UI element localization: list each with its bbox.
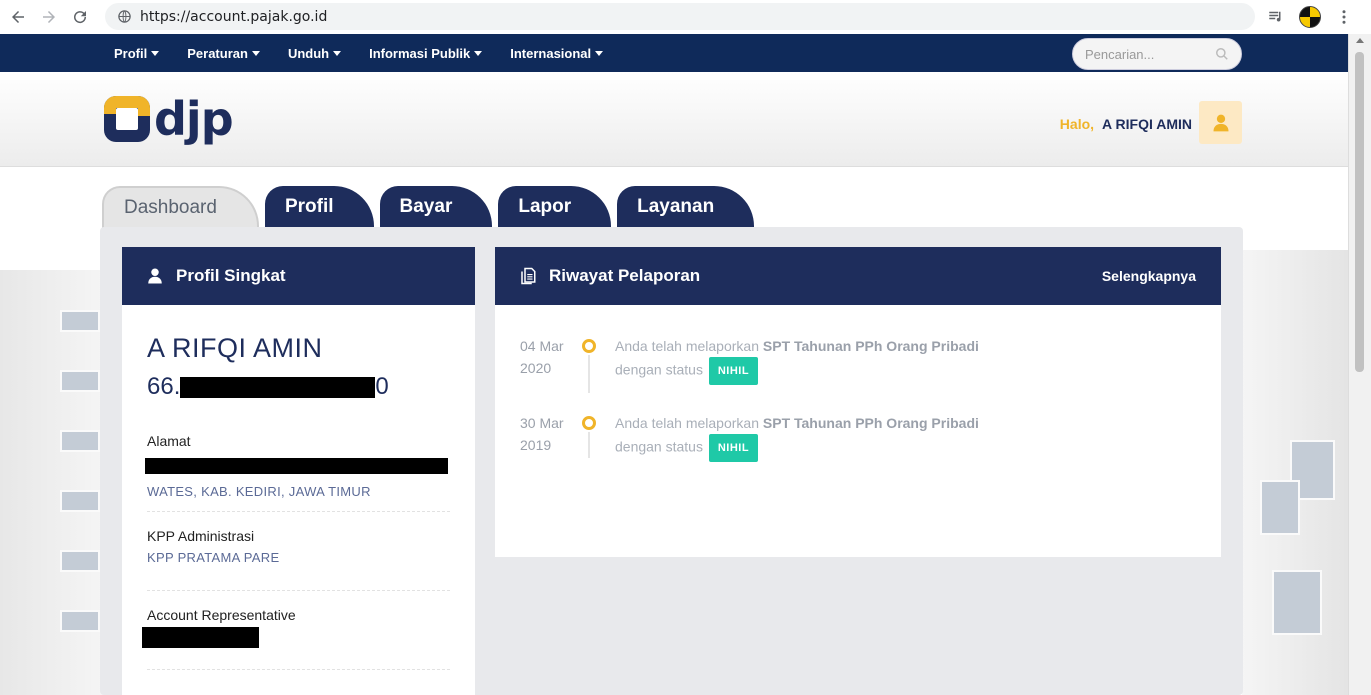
npwp-suffix: 0 [375,373,389,400]
timeline-line [588,355,590,393]
search-icon[interactable] [1215,47,1229,61]
user-greeting: Halo, A RIFQI AMIN [1060,116,1192,132]
date-year: 2020 [520,360,552,376]
kpp-value: KPP PRATAMA PARE [147,550,280,565]
tab-lapor[interactable]: Lapor [498,186,612,228]
report-form: SPT Tahunan PPh Orang Pribadi [762,415,979,431]
tab-layanan[interactable]: Layanan [617,186,755,228]
avatar[interactable] [1199,101,1242,144]
browser-toolbar: https://account.pajak.go.id [0,0,1371,34]
kpp-label: KPP Administrasi [147,528,255,544]
nav-profil[interactable]: Profil [114,45,160,61]
reload-icon[interactable] [67,4,93,30]
back-icon[interactable] [5,4,31,30]
alamat-field: Alamat WATES, KAB. KEDIRI, JAWA TIMUR [145,433,450,499]
selengkapnya-link[interactable]: Selengkapnya [1102,268,1196,284]
user-icon [148,268,162,284]
tab-dashboard[interactable]: Dashboard [102,186,259,228]
globe-icon [118,10,131,23]
search-input[interactable] [1085,46,1205,62]
extension-icon[interactable] [1299,6,1321,28]
alamat-label: Alamat [147,433,191,449]
nav-label: Peraturan [187,45,248,61]
nav-unduh[interactable]: Unduh [287,45,342,61]
page-scrollbar[interactable] [1348,34,1371,695]
logo-mark-icon [104,96,150,142]
document-icon [521,267,536,285]
ar-label: Account Representative [147,607,296,623]
nav-label: Unduh [287,45,330,61]
top-navbar: Profil Peraturan Unduh Informasi Publik … [0,34,1348,72]
timeline-dot-icon [582,416,596,430]
user-icon [1213,114,1228,131]
redaction-block [145,458,448,474]
nav-peraturan[interactable]: Peraturan [187,46,260,61]
caret-down-icon [333,50,342,56]
ar-field: Account Representative [142,607,450,653]
search-box [1072,38,1242,70]
npwp-prefix: 66. [147,373,181,400]
status-badge: NIHIL [708,434,759,462]
profil-card: Profil Singkat A RIFQI AMIN 66. 0 Alamat… [122,247,475,695]
greeting-label: Halo, [1059,116,1095,132]
scrollbar-thumb[interactable] [1355,52,1364,372]
timeline-dot-icon [582,339,596,353]
report-text: Anda telah melaporkan [615,338,759,354]
date-day: 30 Mar [520,415,564,431]
background-building-right [1242,250,1348,695]
timeline-text: Anda telah melaporkan SPT Tahunan PPh Or… [615,412,1035,462]
divider [147,511,450,512]
user-name: A RIFQI AMIN [1102,116,1192,132]
timeline-text: Anda telah melaporkan SPT Tahunan PPh Or… [615,335,1035,385]
menu-dots-icon[interactable] [1333,6,1355,28]
status-badge: NIHIL [708,357,759,385]
report-form: SPT Tahunan PPh Orang Pribadi [762,338,979,354]
nav-label: Internasional [510,45,592,61]
alamat-value: WATES, KAB. KEDIRI, JAWA TIMUR [147,484,371,499]
djp-logo[interactable]: djp [102,92,234,146]
status-text: dengan status [615,361,703,378]
tab-bayar[interactable]: Bayar [379,186,493,228]
tab-profil[interactable]: Profil [264,186,374,228]
tab-bar: Dashboard Profil Bayar Lapor Layanan [102,186,755,228]
nav-informasi-publik[interactable]: Informasi Publik [369,45,483,61]
profil-card-header: Profil Singkat [122,247,475,305]
nav-label: Profil [114,45,148,61]
url-text: https://account.pajak.go.id [140,8,328,25]
timeline-item: 04 Mar 2020 Anda telah melaporkan SPT Ta… [520,335,1200,395]
caret-down-icon [251,50,260,56]
date-year: 2019 [520,437,552,453]
redaction-block [142,627,259,648]
status-text: dengan status [615,438,703,455]
timeline-date: 30 Mar 2019 [520,412,580,456]
caret-down-icon [151,50,160,56]
riwayat-card: Riwayat Pelaporan Selengkapnya 04 Mar 20… [495,247,1221,557]
timeline-line [588,432,590,458]
caret-down-icon [595,50,604,56]
divider [147,590,450,591]
nav-label: Informasi Publik [369,45,471,61]
background-building-left [0,270,110,695]
kpp-field: KPP Administrasi KPP PRATAMA PARE [147,528,450,565]
site-header: djp Halo, A RIFQI AMIN [0,72,1348,167]
report-text: Anda telah melaporkan [615,415,759,431]
scroll-up-icon[interactable] [1356,38,1364,43]
date-day: 04 Mar [520,338,564,354]
npwp-number: 66. 0 [147,373,389,401]
profil-card-title: Profil Singkat [176,266,286,285]
media-icon[interactable] [1265,6,1287,28]
address-bar[interactable]: https://account.pajak.go.id [105,3,1255,30]
divider [147,669,450,670]
timeline-item: 30 Mar 2019 Anda telah melaporkan SPT Ta… [520,412,1200,472]
profile-name: A RIFQI AMIN [147,333,323,363]
logo-text: djp [154,92,234,146]
nav-internasional[interactable]: Internasional [510,45,604,61]
riwayat-card-header: Riwayat Pelaporan Selengkapnya [495,247,1221,305]
forward-icon[interactable] [36,4,62,30]
redaction-block [180,376,376,398]
caret-down-icon [474,50,483,56]
riwayat-card-title: Riwayat Pelaporan [549,266,701,285]
timeline-date: 04 Mar 2020 [520,335,580,379]
